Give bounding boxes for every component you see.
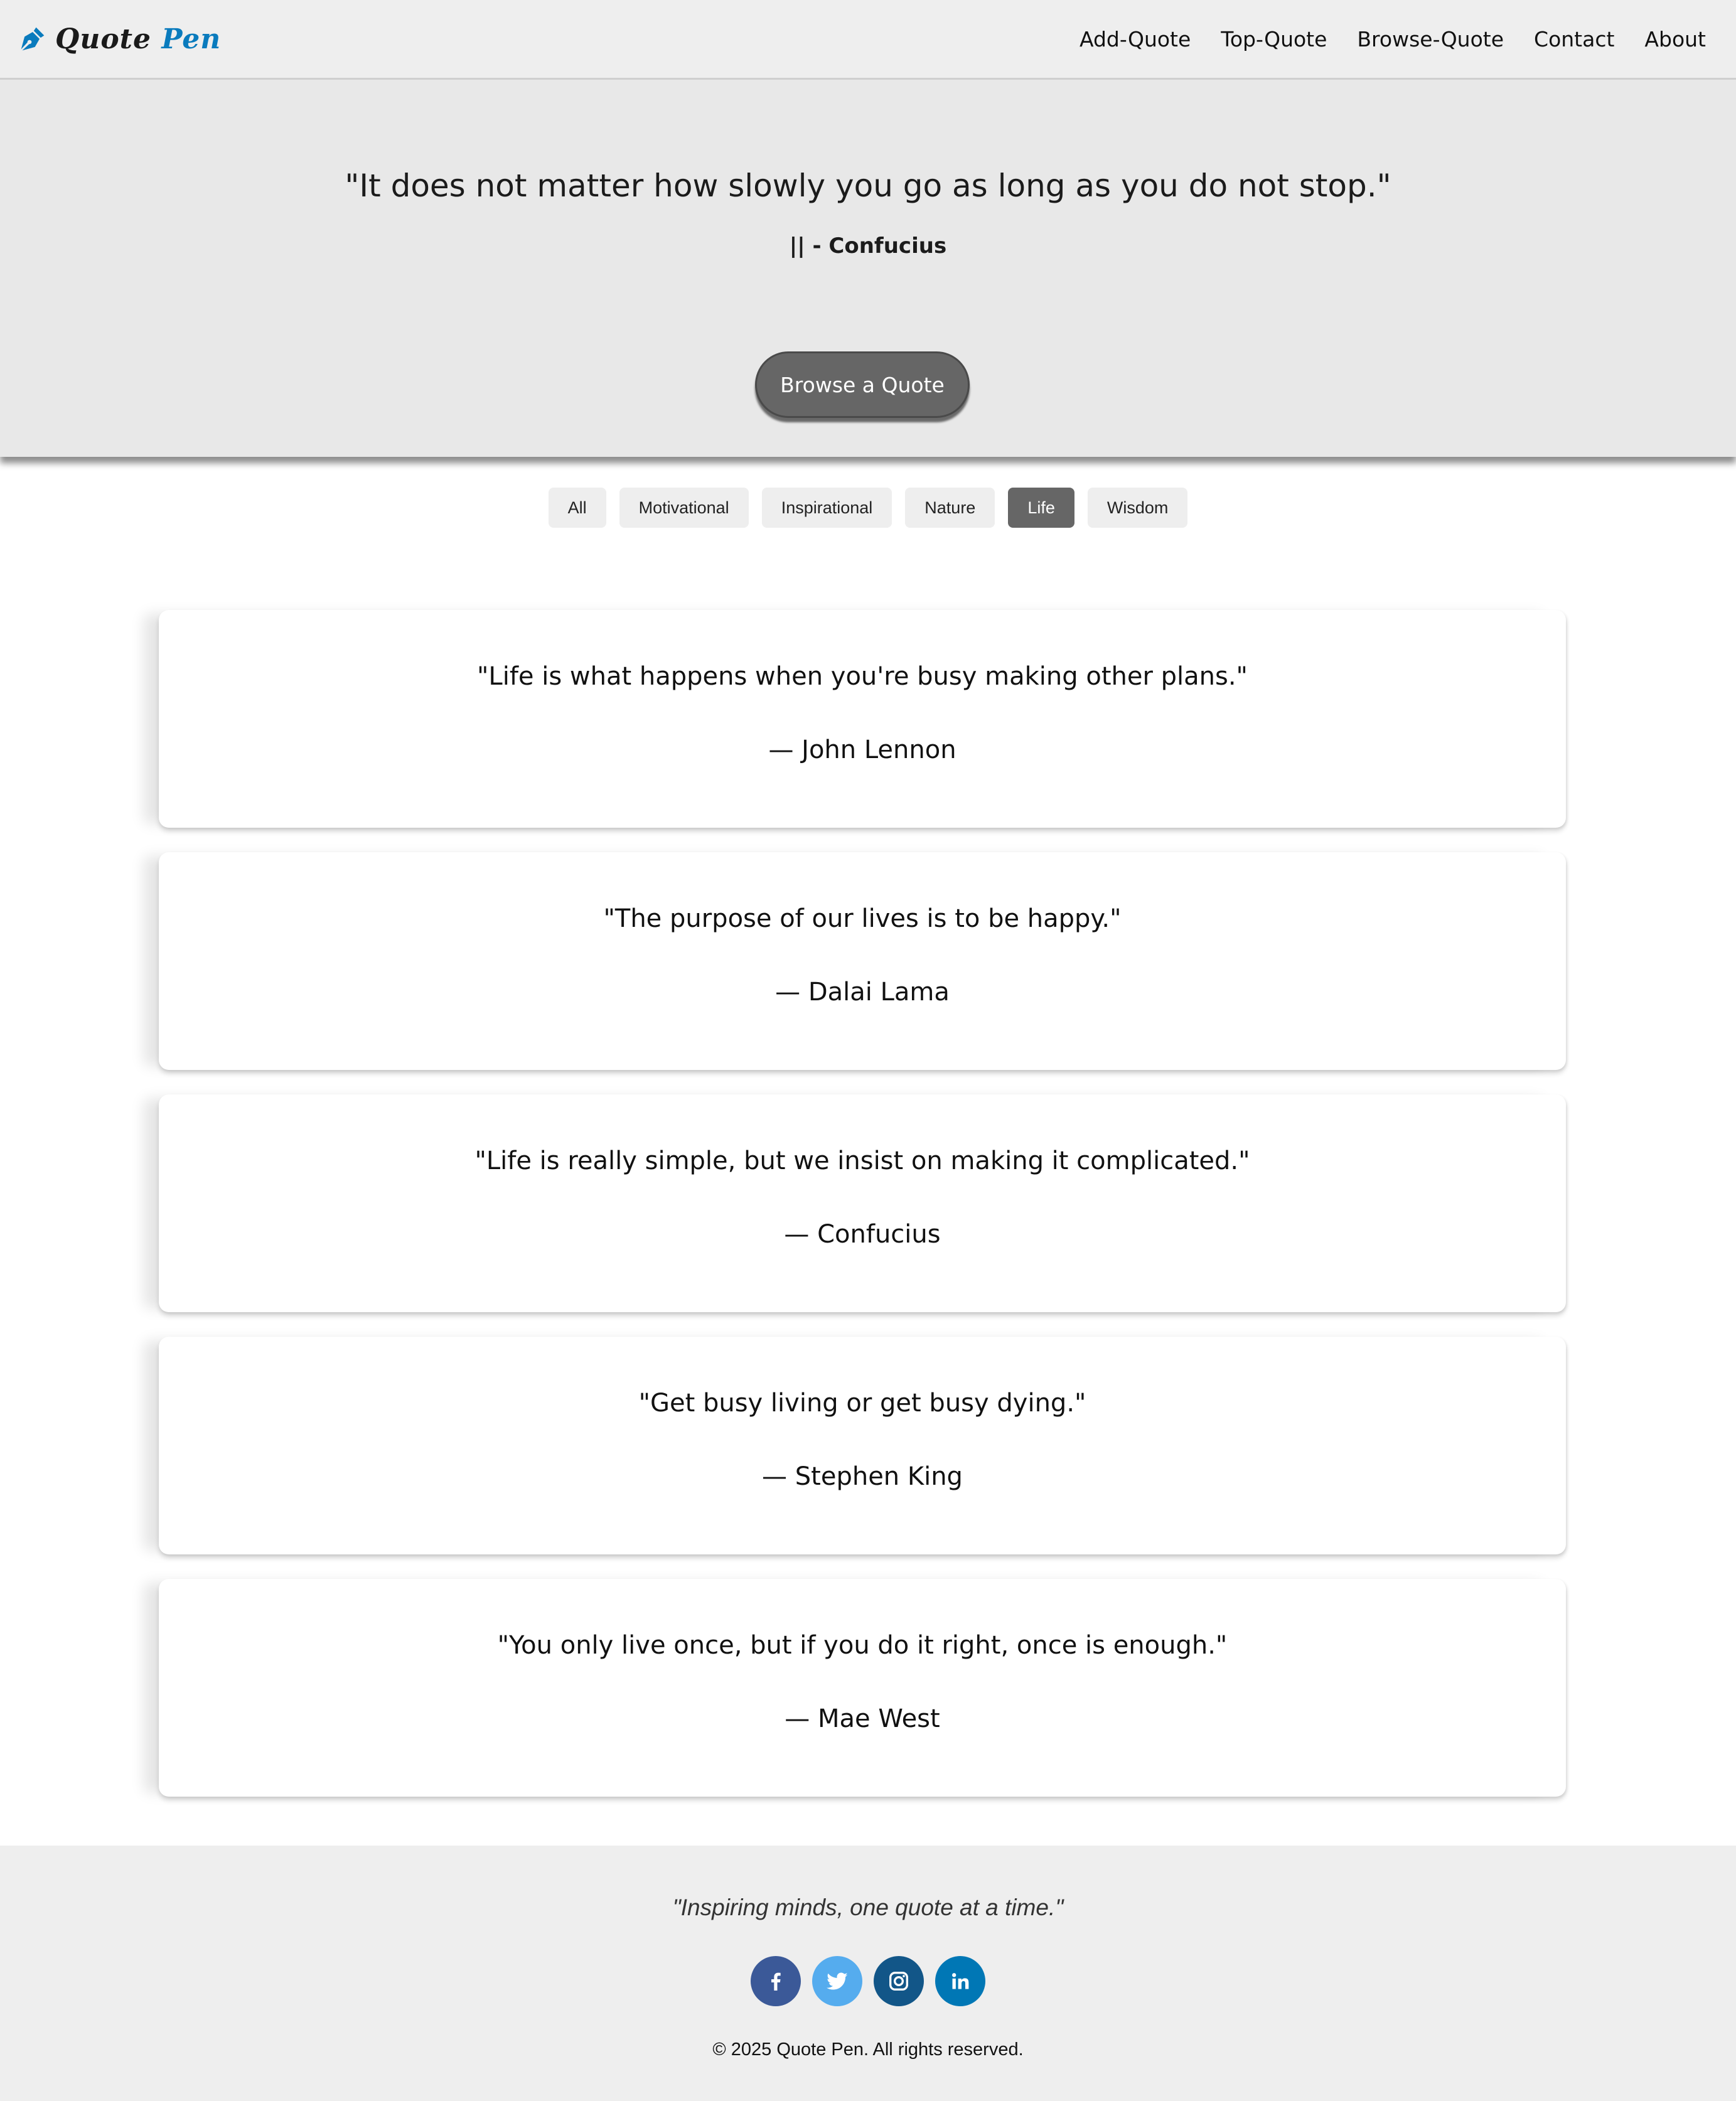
filter-motivational[interactable]: Motivational: [619, 488, 749, 528]
nav-links: Add-Quote Top-Quote Browse-Quote Contact…: [1080, 27, 1706, 51]
quote-text: "Life is really simple, but we insist on…: [474, 1147, 1250, 1175]
nav-link-contact[interactable]: Contact: [1534, 27, 1614, 51]
quote-card: "Life is what happens when you're busy m…: [159, 610, 1566, 828]
quote-card: "Get busy living or get busy dying." — S…: [159, 1337, 1566, 1554]
linkedin-icon: [952, 1973, 969, 1989]
category-filters: All Motivational Inspirational Nature Li…: [0, 488, 1736, 528]
browse-quote-button[interactable]: Browse a Quote: [755, 351, 970, 418]
facebook-link[interactable]: [751, 1956, 801, 2006]
featured-quote: "It does not matter how slowly you go as…: [345, 168, 1391, 204]
filter-all[interactable]: All: [548, 488, 606, 528]
quote-card: "Life is really simple, but we insist on…: [159, 1094, 1566, 1312]
quote-author: — Dalai Lama: [775, 978, 950, 1007]
pen-nib-icon: [21, 27, 45, 51]
quote-text: "The purpose of our lives is to be happy…: [603, 904, 1122, 933]
twitter-link[interactable]: [812, 1956, 862, 2006]
quote-text: "Life is what happens when you're busy m…: [477, 662, 1248, 691]
quote-author: — Confucius: [784, 1220, 941, 1249]
quote-text: "You only live once, but if you do it ri…: [497, 1631, 1228, 1660]
quote-author: — Stephen King: [762, 1462, 963, 1491]
instagram-link[interactable]: [874, 1956, 924, 2006]
nav-link-browse-quote[interactable]: Browse-Quote: [1357, 27, 1504, 51]
quote-author: — Mae West: [785, 1704, 940, 1733]
copyright-text: © 2025 Quote Pen. All rights reserved.: [712, 2040, 1024, 2060]
nav-link-top-quote[interactable]: Top-Quote: [1221, 27, 1327, 51]
quote-card: "The purpose of our lives is to be happy…: [159, 852, 1566, 1070]
footer-tagline: "Inspiring minds, one quote at a time.": [672, 1895, 1064, 1920]
linkedin-link[interactable]: [935, 1956, 985, 2006]
quote-card: "You only live once, but if you do it ri…: [159, 1579, 1566, 1797]
filter-wisdom[interactable]: Wisdom: [1087, 488, 1188, 528]
footer: "Inspiring minds, one quote at a time.": [0, 1846, 1736, 2101]
filter-nature[interactable]: Nature: [905, 488, 995, 528]
featured-quote-author: || - Confucius: [789, 233, 947, 259]
filter-life[interactable]: Life: [1008, 488, 1074, 528]
quote-author: — John Lennon: [768, 735, 956, 764]
quote-text: "Get busy living or get busy dying.": [638, 1389, 1086, 1418]
navbar: Quote Pen Add-Quote Top-Quote Browse-Quo…: [0, 0, 1736, 78]
nav-link-about[interactable]: About: [1644, 27, 1706, 51]
twitter-icon: [827, 1972, 848, 1990]
brand-name: Quote Pen: [55, 23, 222, 55]
nav-link-add-quote[interactable]: Add-Quote: [1080, 27, 1191, 51]
filter-inspirational[interactable]: Inspirational: [761, 488, 892, 528]
facebook-icon: [771, 1972, 781, 1991]
hero-section: "It does not matter how slowly you go as…: [0, 78, 1736, 457]
instagram-icon: [889, 1972, 908, 1991]
brand-logo[interactable]: Quote Pen: [19, 23, 221, 55]
social-links: [0, 1956, 1736, 2006]
